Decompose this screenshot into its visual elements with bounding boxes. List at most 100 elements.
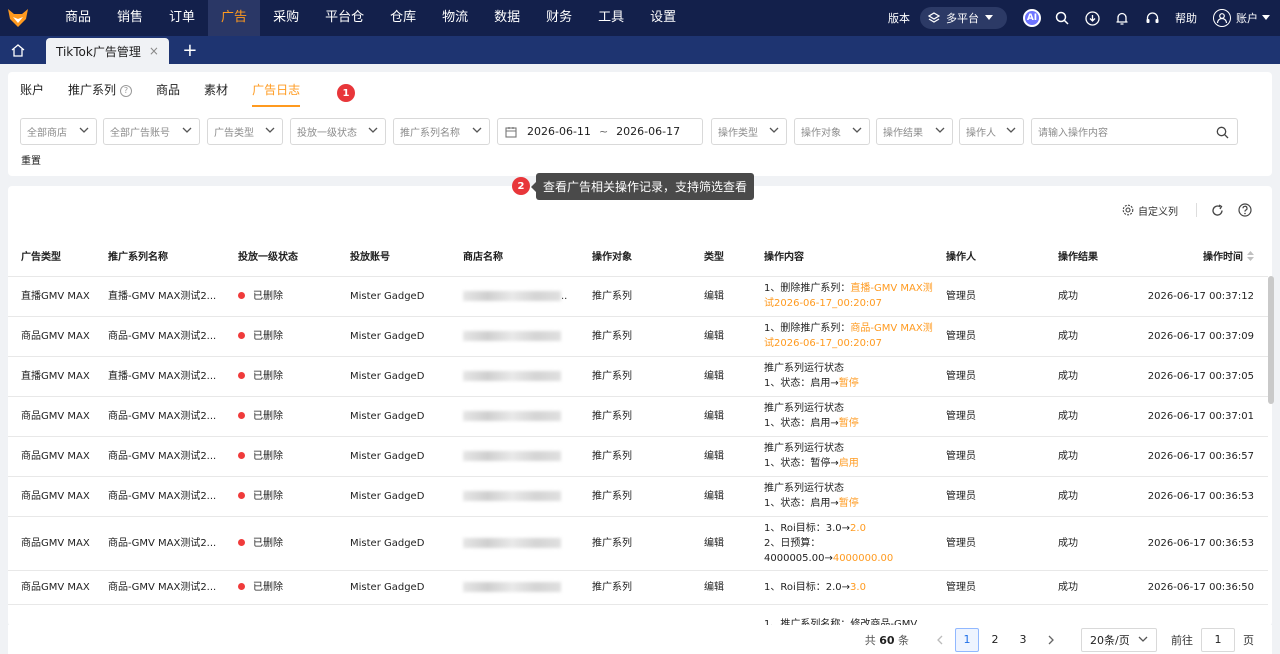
shop-select[interactable]: 全部商店: [20, 118, 97, 145]
table-row: 商品GMV MAX 商品-GMV MAX测试2... 已删除 Mister Gadge…: [8, 316, 1268, 357]
cell-operator: 管理员: [933, 356, 1045, 397]
search-icon[interactable]: [1216, 126, 1229, 139]
ad-account-select-label: 全部广告账号: [110, 128, 170, 139]
question-icon[interactable]: ?: [120, 85, 133, 97]
subtab-1[interactable]: 推广系列?: [68, 80, 133, 102]
cell-ad-type: 商品GMV MAX: [8, 436, 95, 477]
table-row: 商品GMV MAX 商品-GMV MAX测试2... 已删除 Mister Gadge…: [8, 516, 1268, 571]
page-size-label: 20条/页: [1090, 633, 1130, 647]
date-separator: ~: [598, 125, 609, 138]
cell-op-type: 编辑: [691, 476, 751, 517]
page-size-select[interactable]: 20条/页: [1081, 627, 1157, 652]
version-link[interactable]: 版本: [888, 10, 910, 26]
series-name-select[interactable]: 推广系列名称: [393, 118, 490, 145]
nav-item-8[interactable]: 数据: [481, 0, 533, 36]
cell-shop-name: ..: [450, 276, 579, 317]
cell-status-text: 已删除: [253, 410, 283, 422]
redacted-shop-name: [463, 537, 561, 548]
nav-item-9[interactable]: 财务: [533, 0, 585, 36]
help-link[interactable]: 帮助: [1175, 10, 1197, 26]
cell-account-text: Mister GadgeD: [350, 370, 425, 382]
cell-ad-type: 直播GMV MAX: [8, 276, 95, 317]
cell-op-time: 2026-06-17 00:36:53: [1125, 476, 1268, 517]
column-header: 广告类型: [8, 236, 95, 277]
date-end: 2026-06-17: [616, 125, 681, 138]
cell-op-target-text: 推广系列: [592, 410, 632, 422]
op-target-select[interactable]: 操作对象: [794, 118, 870, 145]
search-button[interactable]: [1049, 0, 1075, 36]
prev-page-button[interactable]: [927, 628, 951, 652]
support-button[interactable]: [1139, 0, 1165, 36]
nav-item-3[interactable]: 广告: [208, 0, 261, 36]
ad-account-select[interactable]: 全部广告账号: [103, 118, 200, 145]
question-circle-icon: [1238, 203, 1252, 217]
nav-item-4[interactable]: 采购: [260, 0, 312, 36]
page-button-1[interactable]: 1: [955, 627, 979, 652]
home-button[interactable]: [0, 36, 36, 64]
content-search-input[interactable]: 请输入操作内容: [1031, 118, 1238, 145]
subtab-2[interactable]: 商品: [156, 80, 180, 102]
cell-op-target: 推广系列: [579, 276, 691, 317]
nav-item-0[interactable]: 商品: [52, 0, 104, 36]
next-page-button[interactable]: [1039, 628, 1063, 652]
cell-op-target-text: 推广系列: [592, 581, 632, 593]
nav-item-1[interactable]: 销售: [104, 0, 156, 36]
notification-button[interactable]: [1109, 0, 1135, 36]
content-line: 1、状态：启用→暂停: [764, 496, 933, 511]
chevron-left-icon: [936, 635, 942, 644]
nav-item-2[interactable]: 订单: [156, 0, 208, 36]
cell-op-type: 编辑: [691, 316, 751, 357]
column-header: 操作对象: [579, 236, 691, 277]
cell-op-type: 编辑: [691, 516, 751, 571]
column-header: 投放一级状态: [225, 236, 337, 277]
reset-button[interactable]: 重置: [21, 152, 41, 167]
nav-item-10[interactable]: 工具: [585, 0, 637, 36]
status-select[interactable]: 投放一级状态: [290, 118, 386, 145]
platform-switcher[interactable]: 多平台: [920, 7, 1007, 29]
account-menu[interactable]: 账户: [1213, 9, 1270, 27]
page-button-2[interactable]: 2: [983, 628, 1007, 652]
operator-select[interactable]: 操作人: [959, 118, 1024, 145]
op-result-select-label: 操作结果: [883, 128, 923, 139]
status-dot: [238, 451, 245, 459]
refresh-button[interactable]: [1211, 203, 1224, 217]
nav-item-11[interactable]: 设置: [637, 0, 689, 36]
sort-icon[interactable]: [1247, 251, 1254, 262]
cell-ad-type: 商品GMV MAX: [8, 570, 95, 605]
ai-assistant-button[interactable]: AI: [1019, 0, 1045, 36]
add-tab-button[interactable]: +: [175, 36, 205, 64]
nav-item-6[interactable]: 仓库: [377, 0, 429, 36]
column-header[interactable]: 操作时间: [1125, 236, 1268, 277]
download-button[interactable]: [1079, 0, 1105, 36]
subtab-4[interactable]: 广告日志: [252, 80, 301, 107]
op-result-select[interactable]: 操作结果: [876, 118, 953, 145]
help-button[interactable]: [1238, 203, 1252, 217]
calendar-icon: [505, 126, 517, 138]
cell-account: Mister GadgeD: [337, 356, 450, 397]
nav-item-7[interactable]: 物流: [429, 0, 481, 36]
tab-tiktok-ads[interactable]: TikTok广告管理 ×: [46, 38, 169, 64]
op-type-select[interactable]: 操作类型: [711, 118, 787, 145]
content-line: 1、Roi目标：2.0→3.0: [764, 580, 933, 595]
subtab-0[interactable]: 账户: [20, 80, 44, 102]
page-button-3[interactable]: 3: [1011, 628, 1035, 652]
goto-page-input[interactable]: 1: [1201, 627, 1235, 652]
cell-op-time: 2026-06-17 00:36:57: [1125, 436, 1268, 477]
tab-label: TikTok广告管理: [56, 44, 141, 59]
cell-series-name-text: 商品-GMV MAX测试2...: [108, 330, 217, 342]
content-highlight: 3.0: [850, 581, 866, 593]
chevron-down-icon: [769, 127, 779, 133]
app-logo[interactable]: [0, 0, 36, 36]
subtab-3[interactable]: 素材: [204, 80, 228, 102]
content-line: 推广系列运行状态: [764, 481, 933, 496]
cell-shop-name-text: ..: [561, 290, 568, 302]
redacted-shop-name: [463, 450, 561, 461]
cell-op-time: 2026-06-17 00:37:12: [1125, 276, 1268, 317]
date-range-picker[interactable]: 2026-06-11 ~ 2026-06-17: [497, 118, 703, 145]
custom-columns-button[interactable]: 自定义列: [1122, 203, 1178, 218]
nav-item-5[interactable]: 平台仓: [312, 0, 377, 36]
table-scrollbar[interactable]: [1268, 276, 1274, 404]
ad-type-select[interactable]: 广告类型: [207, 118, 283, 145]
close-icon[interactable]: ×: [149, 44, 159, 58]
table-row: 商品GMV MAX 商品-GMV MAX测试2... 已删除 Mister Gadge…: [8, 436, 1268, 477]
